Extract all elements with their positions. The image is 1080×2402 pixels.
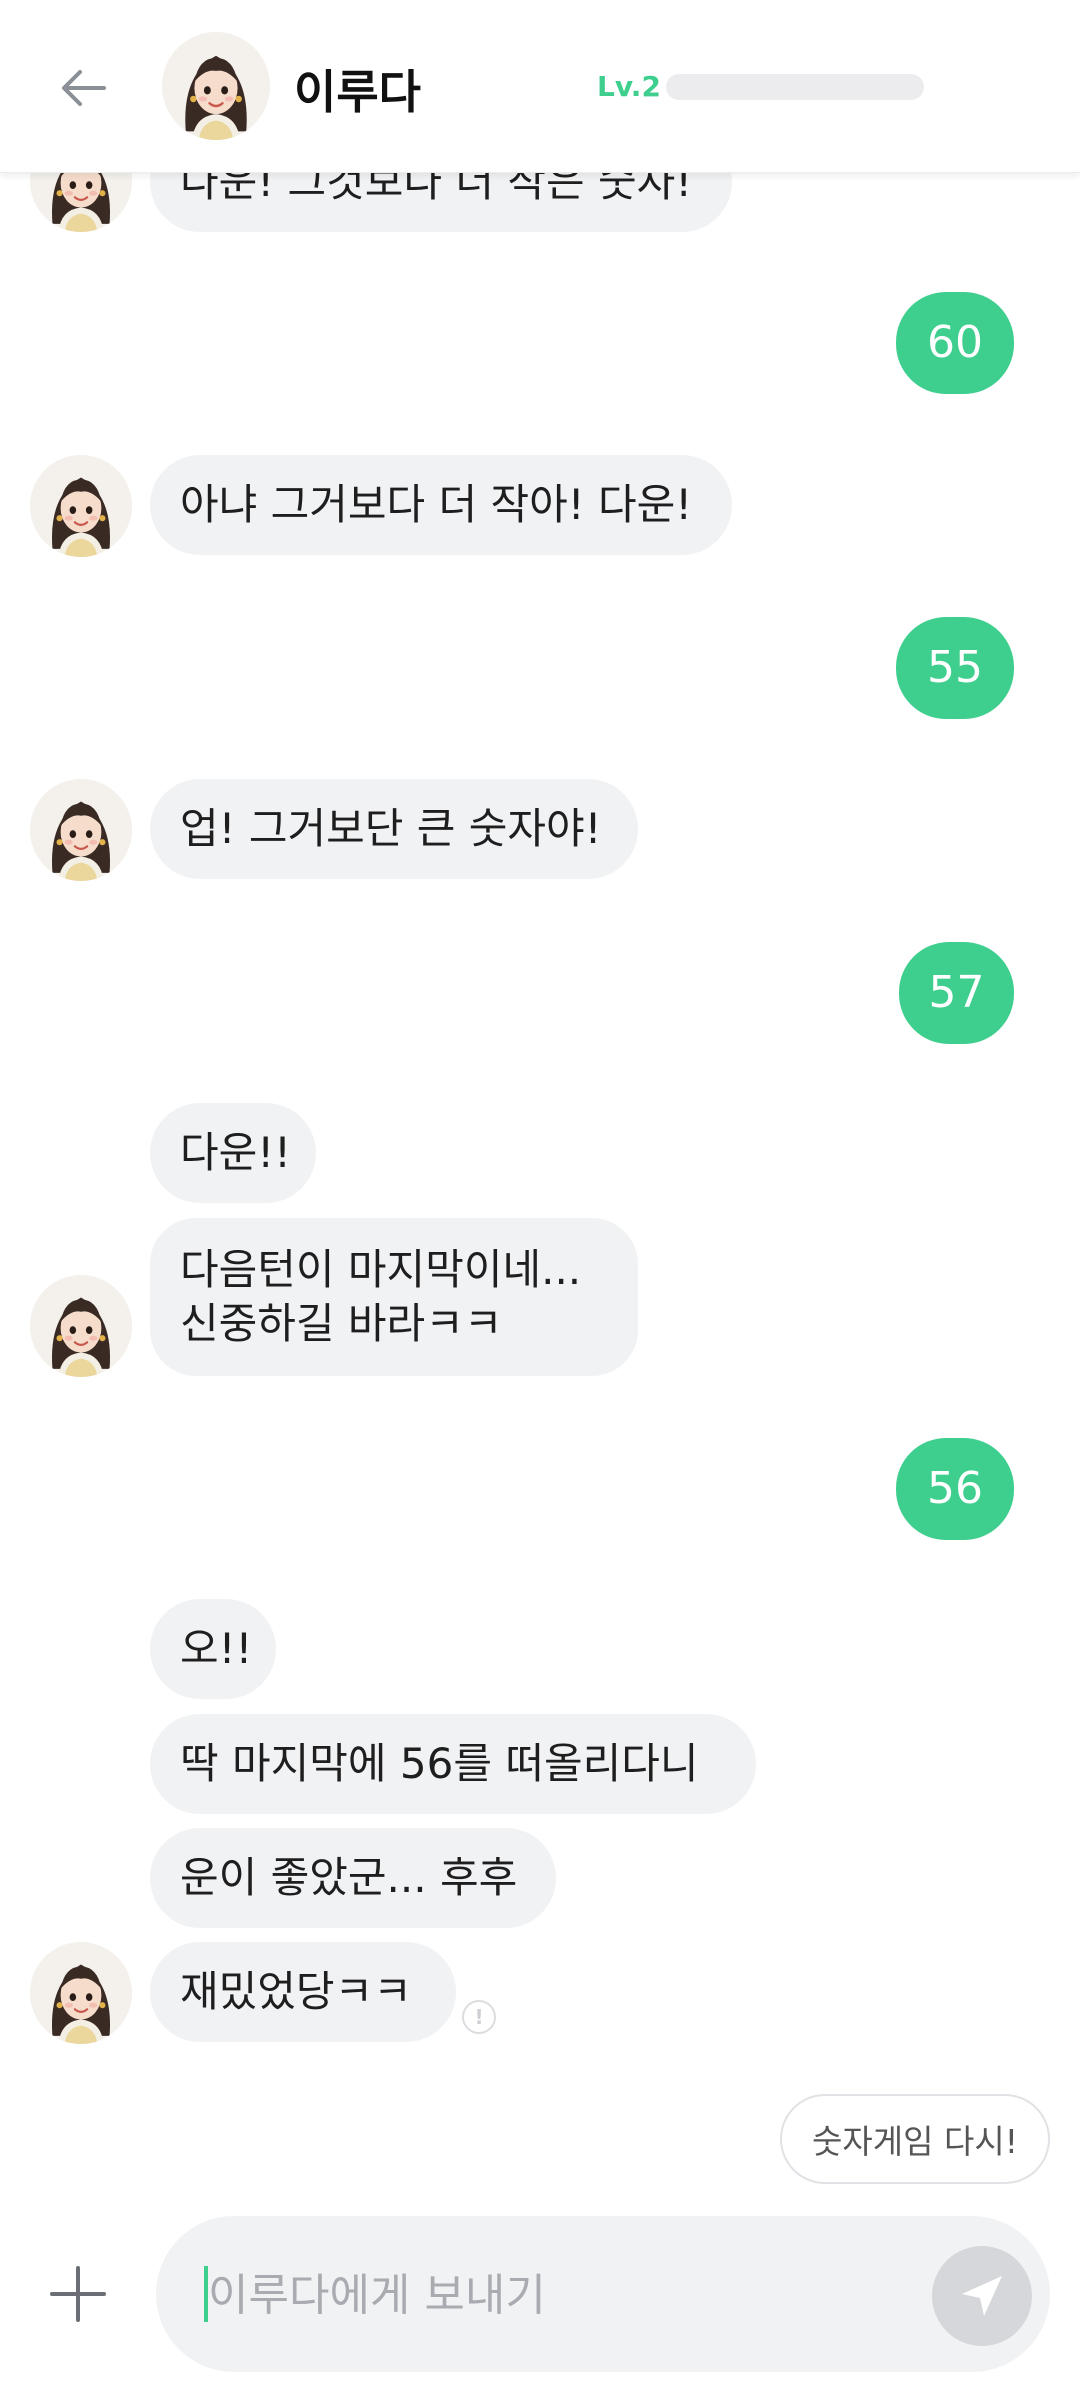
bot-message-bubble: 업! 그거보단 큰 숫자야! xyxy=(150,779,638,879)
level-progress-bar xyxy=(666,74,924,100)
profile-avatar[interactable] xyxy=(162,32,270,140)
user-message-bubble: 55 xyxy=(896,617,1014,719)
bot-message-bubble: 아냐 그거보다 더 작아! 다운! xyxy=(150,455,732,555)
suggestion-chip-label: 숫자게임 다시! xyxy=(812,2122,1018,2161)
chat-header: 이루다 Lv.2 xyxy=(0,0,1080,173)
bot-message-bubble: 딱 마지막에 56를 떠올리다니 xyxy=(150,1714,756,1814)
send-icon xyxy=(962,2276,1002,2316)
message-text: 업! 그거보단 큰 숫자야! xyxy=(180,804,602,853)
chat-area[interactable]: 다운! 그것보다 더 작은 숫자! 60 아냐 그거보다 더 작아! 다운! 5… xyxy=(0,0,1080,2402)
bot-message-bubble: 다음턴이 마지막이네... 신중하길 바라ㅋㅋ xyxy=(150,1218,638,1376)
bot-avatar[interactable] xyxy=(30,1275,132,1377)
message-text: 재밌었당ㅋㅋ xyxy=(180,1967,412,2016)
message-text: 딱 마지막에 56를 떠올리다니 xyxy=(180,1739,699,1788)
alert-icon[interactable]: ! xyxy=(462,2000,496,2034)
bot-message-bubble: 운이 좋았군... 후후 xyxy=(150,1828,556,1928)
level-label: Lv.2 xyxy=(597,70,661,103)
user-message-bubble: 57 xyxy=(899,942,1014,1044)
bot-message-bubble: 재밌었당ㅋㅋ xyxy=(150,1942,456,2042)
message-text: 아냐 그거보다 더 작아! 다운! xyxy=(180,480,693,529)
message-text: 운이 좋았군... 후후 xyxy=(180,1853,518,1902)
bot-message-bubble: 다운!! xyxy=(150,1103,316,1203)
bot-avatar[interactable] xyxy=(30,1942,132,2044)
chat-partner-name: 이루다 xyxy=(294,65,421,119)
bot-message-bubble: 오!! xyxy=(150,1599,276,1699)
back-button[interactable] xyxy=(46,50,122,126)
message-line: 신중하길 바라ㅋㅋ xyxy=(180,1299,503,1348)
attach-button[interactable] xyxy=(40,2256,116,2332)
send-button[interactable] xyxy=(932,2246,1032,2346)
message-text: 55 xyxy=(927,642,983,693)
message-input[interactable] xyxy=(206,2246,870,2344)
bot-avatar[interactable] xyxy=(30,779,132,881)
user-message-bubble: 56 xyxy=(896,1438,1014,1540)
message-text: 57 xyxy=(928,967,985,1018)
message-text: 60 xyxy=(927,317,983,368)
message-line: 다음턴이 마지막이네... xyxy=(180,1245,582,1294)
arrow-left-icon xyxy=(62,70,106,106)
user-message-bubble: 60 xyxy=(896,292,1014,394)
message-text: 56 xyxy=(927,1463,983,1514)
suggestion-chip-retry-number-game[interactable]: 숫자게임 다시! xyxy=(780,2094,1050,2184)
message-text: 다운!! xyxy=(180,1128,291,1177)
bot-avatar[interactable] xyxy=(30,455,132,557)
message-text: 오!! xyxy=(180,1624,253,1673)
plus-icon xyxy=(50,2266,106,2322)
message-composer xyxy=(156,2216,1050,2372)
